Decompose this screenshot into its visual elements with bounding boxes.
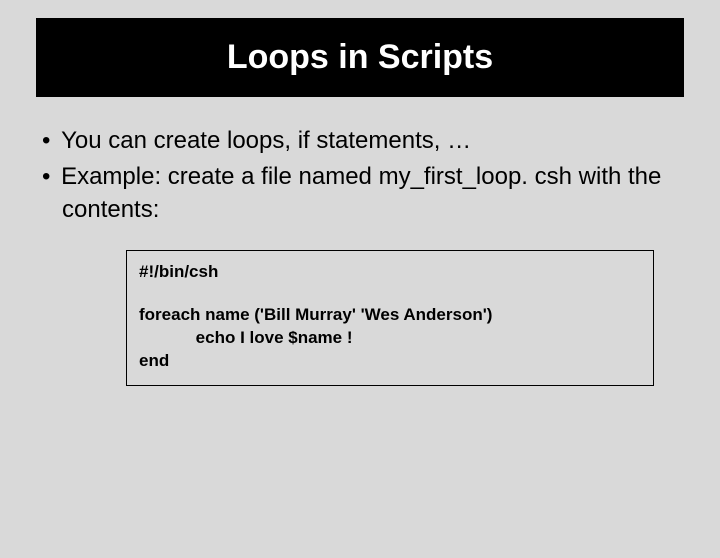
code-block: #!/bin/csh foreach name ('Bill Murray' '…: [126, 250, 654, 386]
bullet-item: You can create loops, if statements, …: [36, 125, 684, 157]
code-line: foreach name ('Bill Murray' 'Wes Anderso…: [139, 304, 641, 327]
code-line: echo I love $name !: [139, 327, 641, 350]
code-line: #!/bin/csh: [139, 261, 641, 284]
bullet-item: Example: create a file named my_first_lo…: [36, 161, 684, 226]
slide-title: Loops in Scripts: [36, 18, 684, 97]
code-line: end: [139, 350, 641, 373]
slide-content: You can create loops, if statements, … E…: [0, 97, 720, 386]
bullet-list: You can create loops, if statements, … E…: [36, 125, 684, 226]
